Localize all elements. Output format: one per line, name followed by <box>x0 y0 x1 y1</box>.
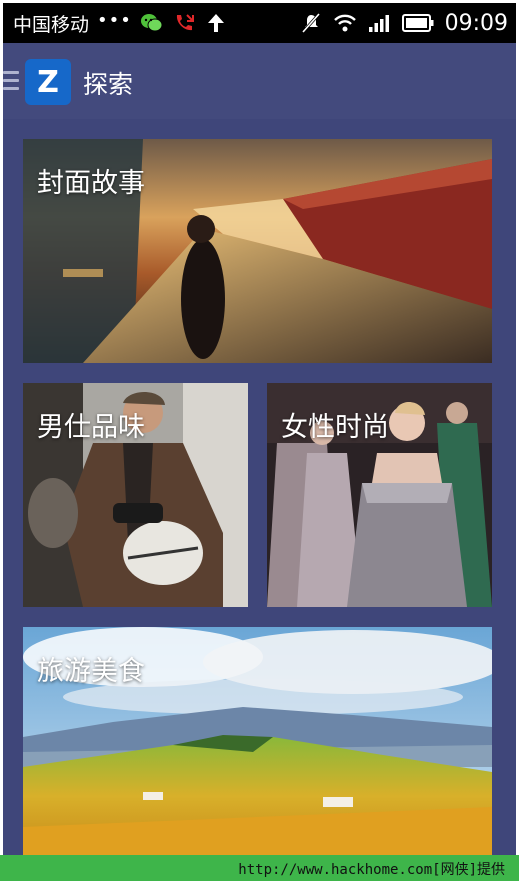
wifi-icon <box>333 11 357 35</box>
card-label: 男仕品味 <box>37 412 145 443</box>
app-screen: 中国移动 ••• 09:09 Z 探索 封面故事 男仕品味 女性时尚 旅游美食 <box>3 3 516 855</box>
status-bar: 中国移动 ••• 09:09 <box>3 3 516 43</box>
signal-icon <box>367 11 391 35</box>
card-womens-fashion[interactable]: 女性时尚 <box>267 383 492 607</box>
page-title: 探索 <box>83 70 134 99</box>
watermark-text: http://www.hackhome.com[网侠]提供 <box>238 862 505 878</box>
app-logo[interactable]: Z <box>25 59 71 105</box>
card-mens-style[interactable]: 男仕品味 <box>23 383 248 607</box>
watermark-footer: http://www.hackhome.com[网侠]提供 <box>0 855 519 881</box>
mute-icon <box>299 11 323 35</box>
upload-arrow-icon <box>204 11 228 35</box>
card-label: 封面故事 <box>37 168 145 199</box>
card-label: 旅游美食 <box>37 656 145 687</box>
hamburger-menu-icon[interactable] <box>3 71 19 91</box>
card-label: 女性时尚 <box>281 412 389 443</box>
app-bar: Z 探索 <box>3 43 516 119</box>
card-travel-food[interactable]: 旅游美食 <box>23 627 492 855</box>
status-clock: 09:09 <box>444 10 508 36</box>
carrier-name: 中国移动 <box>13 13 90 36</box>
card-cover-story[interactable]: 封面故事 <box>23 139 492 363</box>
more-notifications-dots: ••• <box>97 9 132 31</box>
missed-call-icon <box>172 11 196 35</box>
battery-icon <box>401 11 435 35</box>
wechat-icon <box>140 11 164 35</box>
